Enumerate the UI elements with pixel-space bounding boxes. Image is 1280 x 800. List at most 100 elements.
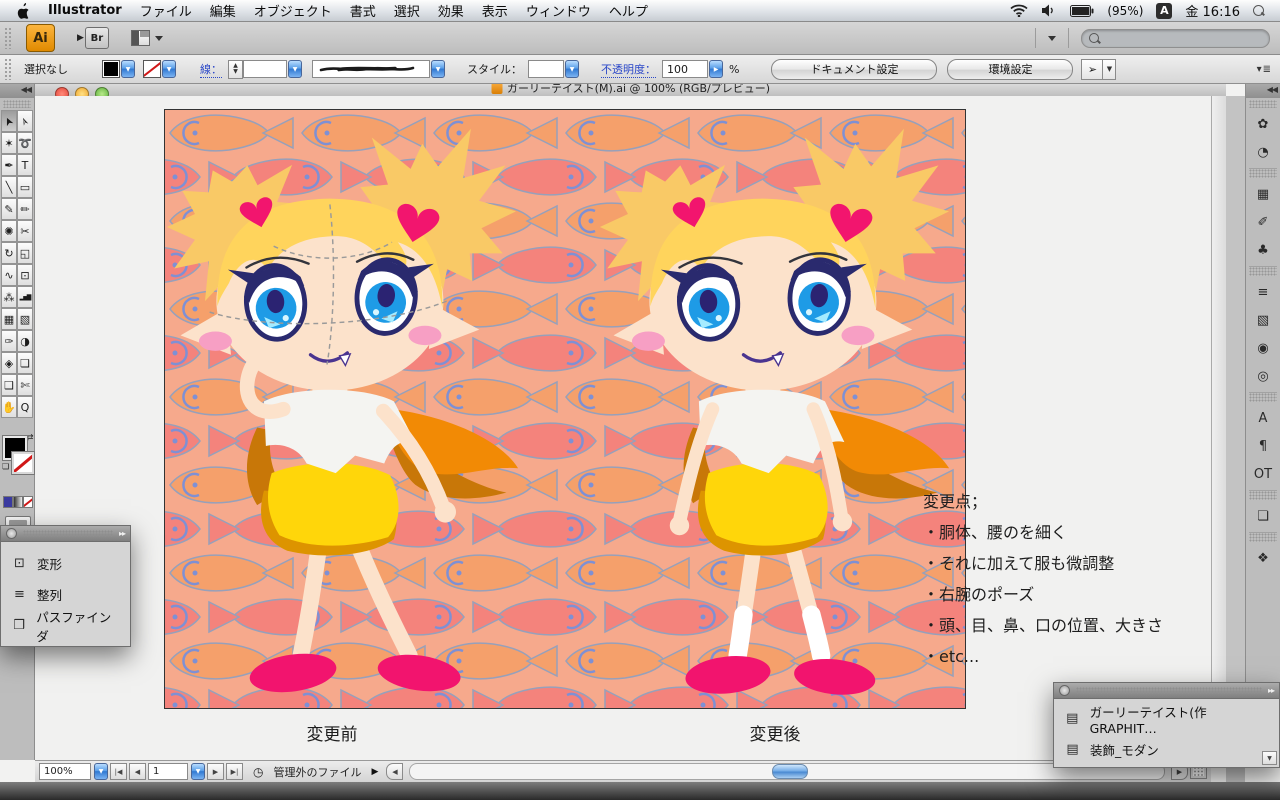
- opentype-panel[interactable]: OT: [1248, 460, 1278, 488]
- workspace-chevron-icon[interactable]: [1048, 35, 1056, 41]
- fill-color-dropdown[interactable]: ▼: [121, 60, 135, 78]
- menu-item[interactable]: ウィンドウ: [517, 1, 600, 20]
- zoom-level-field[interactable]: 100%: [39, 763, 91, 780]
- swap-fill-stroke-icon[interactable]: ⇄: [26, 433, 34, 443]
- menubar-clock[interactable]: 金 16:16: [1185, 1, 1240, 20]
- artboard-tool[interactable]: ❑: [1, 374, 17, 396]
- rotate-tool[interactable]: ↻: [1, 242, 17, 264]
- opacity-field[interactable]: 100: [662, 60, 708, 78]
- stroke-color-dropdown[interactable]: ▼: [162, 60, 176, 78]
- dock-collapse-button[interactable]: ◀◀: [1246, 84, 1280, 98]
- pathfinder-panel[interactable]: ❏: [1248, 502, 1278, 530]
- eraser-tool[interactable]: ✂: [17, 220, 33, 242]
- gradient-tool[interactable]: ▧: [17, 308, 33, 330]
- menu-item[interactable]: オブジェクト: [245, 1, 341, 20]
- color-panel[interactable]: ✿: [1248, 110, 1278, 138]
- menu-item[interactable]: 編集: [201, 1, 245, 20]
- artboard[interactable]: [164, 109, 966, 709]
- color-guide-panel[interactable]: ◔: [1248, 138, 1278, 166]
- live-paint-bucket-tool[interactable]: ◈: [1, 352, 17, 374]
- layers-panel[interactable]: ❖: [1248, 544, 1278, 572]
- warp-tool[interactable]: ∿: [1, 264, 17, 286]
- vertical-scrollbar[interactable]: [1211, 96, 1226, 760]
- stroke-weight-field[interactable]: [243, 60, 287, 78]
- gradient-panel[interactable]: ▧: [1248, 306, 1278, 334]
- panel-collapse-icon[interactable]: ▸▸: [119, 529, 126, 538]
- horizontal-scrollbar-thumb[interactable]: [772, 764, 809, 779]
- rectangle-tool[interactable]: ▭: [17, 176, 33, 198]
- spotlight-icon[interactable]: [1253, 5, 1264, 16]
- brushes-panel[interactable]: ✐: [1248, 208, 1278, 236]
- brush-dropdown[interactable]: ▼: [431, 60, 445, 78]
- menu-item[interactable]: ファイル: [131, 1, 201, 20]
- select-similar-dropdown[interactable]: ▼: [1103, 58, 1117, 80]
- document-setup-button[interactable]: ドキュメント設定: [771, 58, 938, 80]
- stroke-weight-stepper[interactable]: ▲ ▼: [228, 59, 243, 79]
- label-after[interactable]: 変更後: [730, 720, 820, 745]
- appearance-panel[interactable]: ◉: [1248, 334, 1278, 362]
- horizontal-scrollbar[interactable]: [409, 763, 1165, 780]
- wifi-icon[interactable]: [1010, 4, 1028, 17]
- zoom-dropdown[interactable]: ▼: [94, 763, 108, 780]
- type-tool[interactable]: T: [17, 154, 33, 176]
- input-source-indicator[interactable]: A: [1156, 2, 1173, 19]
- pencil-tool[interactable]: ✏: [17, 198, 33, 220]
- go-to-bridge-button[interactable]: ▶ Br: [77, 27, 109, 49]
- stroke-color-swatch[interactable]: [143, 60, 161, 78]
- gradient-mode-button[interactable]: [13, 496, 23, 508]
- label-before[interactable]: 変更前: [287, 720, 377, 745]
- magic-wand-tool[interactable]: ✶: [1, 132, 17, 154]
- paragraph-panel[interactable]: ¶: [1248, 432, 1278, 460]
- version-cue-icon[interactable]: ◷: [253, 765, 263, 779]
- blend-tool[interactable]: ◑: [17, 330, 33, 352]
- menu-item[interactable]: 書式: [341, 1, 385, 20]
- select-similar-button[interactable]: ➢: [1081, 58, 1104, 80]
- panel-item-library-girly-taste[interactable]: ▤ ガーリーテイスト(作GRAPHIT…: [1054, 703, 1279, 736]
- eyedropper-tool[interactable]: ✑: [1, 330, 17, 352]
- apple-menu-icon[interactable]: [16, 2, 31, 19]
- last-artboard-button[interactable]: ▶|: [226, 763, 243, 780]
- arrange-documents-button[interactable]: [130, 30, 163, 46]
- mesh-tool[interactable]: ▦: [1, 308, 17, 330]
- swatches-panel[interactable]: ▦: [1248, 180, 1278, 208]
- style-field[interactable]: [528, 60, 564, 78]
- panel-item-library-decoration-modern[interactable]: ▤ 装飾_モダン: [1054, 734, 1279, 765]
- zoom-tool[interactable]: Q: [17, 396, 33, 418]
- transform-panel-header[interactable]: ▸▸: [1, 526, 130, 542]
- menu-item[interactable]: 選択: [385, 1, 429, 20]
- libraries-scroll-down-button[interactable]: ▼: [1262, 751, 1277, 765]
- panel-item-transform[interactable]: ⊡ 変形: [1, 548, 130, 579]
- free-transform-tool[interactable]: ⊡: [17, 264, 33, 286]
- direct-selection-tool[interactable]: ➢: [17, 110, 33, 132]
- opacity-dropdown[interactable]: ▶: [709, 60, 723, 78]
- graph-tool[interactable]: ▂▅▇: [17, 286, 33, 308]
- canvas-area[interactable]: 変更点； ・胴体、腰のを細く ・それに加えて服も微調整 ・右腕のポーズ ・頭、目、鼻、口…: [35, 96, 1211, 760]
- menu-item[interactable]: ヘルプ: [600, 1, 657, 20]
- symbol-sprayer-tool[interactable]: ⁂: [1, 286, 17, 308]
- color-mode-button[interactable]: [3, 496, 13, 508]
- scale-tool[interactable]: ◱: [17, 242, 33, 264]
- first-artboard-button[interactable]: |◀: [110, 763, 127, 780]
- stroke-weight-label[interactable]: 線：: [200, 61, 222, 78]
- battery-icon[interactable]: [1070, 4, 1094, 17]
- opacity-label[interactable]: 不透明度：: [601, 61, 656, 78]
- brush-definition-field[interactable]: [312, 60, 430, 78]
- panel-close-button[interactable]: [6, 528, 17, 539]
- paintbrush-tool[interactable]: ✎: [1, 198, 17, 220]
- live-paint-selection-tool[interactable]: ❏: [17, 352, 33, 374]
- control-panel-menu-icon[interactable]: ▾≣: [1257, 64, 1272, 75]
- panel-close-button[interactable]: [1059, 685, 1070, 696]
- stroke-weight-dropdown[interactable]: ▼: [288, 60, 302, 78]
- menu-item[interactable]: 表示: [473, 1, 517, 20]
- stroke-panel[interactable]: ≡: [1248, 278, 1278, 306]
- tools-collapse-button[interactable]: ◀◀: [0, 84, 34, 98]
- style-dropdown[interactable]: ▼: [565, 60, 579, 78]
- hand-tool[interactable]: ✋: [1, 396, 17, 418]
- default-fill-stroke-icon[interactable]: ❏: [2, 462, 9, 471]
- symbols-panel[interactable]: ♣: [1248, 236, 1278, 264]
- next-artboard-button[interactable]: ▶: [207, 763, 224, 780]
- panel-collapse-icon[interactable]: ▸▸: [1268, 686, 1275, 695]
- lasso-tool[interactable]: ➰: [17, 132, 33, 154]
- slice-tool[interactable]: ✄: [17, 374, 33, 396]
- stroke-proxy[interactable]: [11, 451, 35, 475]
